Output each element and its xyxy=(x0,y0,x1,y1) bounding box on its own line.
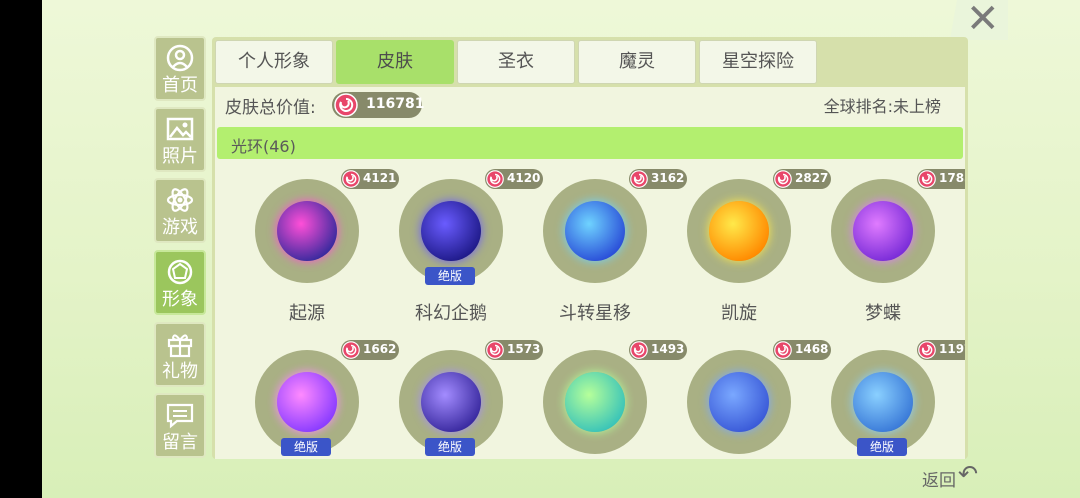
back-button[interactable]: 返回 ↶ xyxy=(918,458,988,494)
message-icon xyxy=(166,403,194,429)
skin-item[interactable]: 1662 绝版 xyxy=(235,340,399,459)
skin-item[interactable]: 1468 xyxy=(667,340,831,459)
halo-orb-image xyxy=(853,201,913,261)
halo-orb-image xyxy=(709,201,769,261)
gem-icon xyxy=(167,259,193,285)
lollipop-coin-icon xyxy=(486,170,504,188)
halo-orb-image xyxy=(421,201,481,261)
halo-orb-image xyxy=(853,372,913,432)
sidebar-item-label: 照片 xyxy=(162,146,198,167)
tab-skins[interactable]: 皮肤 xyxy=(336,40,454,84)
lollipop-coin-icon xyxy=(334,93,358,117)
skin-name: 凯旋 xyxy=(721,303,757,324)
sidebar-item-label: 游戏 xyxy=(162,217,198,238)
halo-orb-image xyxy=(565,201,625,261)
total-value-badge: 116781 xyxy=(332,92,425,118)
lollipop-coin-icon xyxy=(486,341,504,359)
lollipop-coin-icon xyxy=(918,341,936,359)
skin-name: 起源 xyxy=(289,303,325,324)
halo-orb-image xyxy=(421,372,481,432)
sidebar-item-label: 留言 xyxy=(162,432,198,453)
skin-content: 皮肤总价值: 116781 全球排名:未上榜 光环(46) 4121 起源 4120… xyxy=(215,87,965,459)
sidebar-item-label: 礼物 xyxy=(162,361,198,382)
sidebar-item-games[interactable]: 游戏 xyxy=(154,178,206,243)
back-label: 返回 xyxy=(922,471,956,491)
section-header[interactable]: 光环(46) xyxy=(217,127,963,159)
halo-orb-image xyxy=(709,372,769,432)
tab-spirits[interactable]: 魔灵 xyxy=(578,40,696,84)
limited-edition-badge: 绝版 xyxy=(425,438,475,456)
skin-name: 梦蝶 xyxy=(865,303,901,324)
sidebar-item-label: 首页 xyxy=(162,75,198,96)
tab-holy-cloth[interactable]: 圣衣 xyxy=(457,40,575,84)
app-screen: ✕ 首页 照片 游戏 形象 礼物 留言 个人形象 皮肤 圣衣 魔灵 星空探险 皮… xyxy=(42,0,1080,498)
skin-item[interactable]: 1197 绝版 xyxy=(811,340,965,459)
lollipop-coin-icon xyxy=(630,170,648,188)
skin-item[interactable]: 2827 凯旋 xyxy=(667,169,831,340)
atom-icon xyxy=(166,188,194,212)
halo-orb-image xyxy=(565,372,625,432)
gift-icon xyxy=(167,334,193,358)
skin-name: 斗转星移 xyxy=(559,303,631,324)
sidebar-item-photos[interactable]: 照片 xyxy=(154,107,206,172)
lollipop-coin-icon xyxy=(630,341,648,359)
lollipop-coin-icon xyxy=(342,170,360,188)
back-arrow-icon: ↶ xyxy=(958,460,979,488)
halo-orb-image xyxy=(277,201,337,261)
skin-item[interactable]: 4121 起源 xyxy=(235,169,399,340)
skin-item[interactable]: 1493 xyxy=(523,340,687,459)
skin-item[interactable]: 1573 绝版 xyxy=(379,340,543,459)
tab-star-exploration[interactable]: 星空探险 xyxy=(699,40,817,84)
skin-item[interactable]: 4120 绝版 科幻企鹅 xyxy=(379,169,543,340)
total-value-label: 皮肤总价值: xyxy=(225,98,316,118)
user-circle-icon xyxy=(166,44,194,72)
photo-icon xyxy=(166,117,194,141)
price-badge: 1785 xyxy=(917,169,965,189)
total-value: 116781 xyxy=(366,96,425,112)
limited-edition-badge: 绝版 xyxy=(857,438,907,456)
skin-name: 科幻企鹅 xyxy=(415,303,487,324)
price-value: 1785 xyxy=(939,171,965,185)
skin-item[interactable]: 3162 斗转星移 xyxy=(523,169,687,340)
close-button[interactable]: ✕ xyxy=(950,0,1008,40)
lollipop-coin-icon xyxy=(918,170,936,188)
price-badge: 1197 xyxy=(917,340,965,360)
sidebar-item-gifts[interactable]: 礼物 xyxy=(154,322,206,387)
sidebar-item-home[interactable]: 首页 xyxy=(154,36,206,101)
lollipop-coin-icon xyxy=(774,341,792,359)
sidebar-item-avatar[interactable]: 形象 xyxy=(154,250,206,315)
section-title: 光环(46) xyxy=(231,137,296,156)
limited-edition-badge: 绝版 xyxy=(281,438,331,456)
stats-row: 皮肤总价值: 116781 全球排名:未上榜 xyxy=(215,87,965,125)
close-icon: ✕ xyxy=(966,0,1000,42)
tab-profile[interactable]: 个人形象 xyxy=(215,40,333,84)
lollipop-coin-icon xyxy=(774,170,792,188)
halo-orb-image xyxy=(277,372,337,432)
main-panel: 个人形象 皮肤 圣衣 魔灵 星空探险 皮肤总价值: 116781 全球排名:未上… xyxy=(212,37,968,459)
skin-item[interactable]: 1785 梦蝶 xyxy=(811,169,965,340)
lollipop-coin-icon xyxy=(342,341,360,359)
limited-edition-badge: 绝版 xyxy=(425,267,475,285)
sidebar-item-messages[interactable]: 留言 xyxy=(154,393,206,458)
price-value: 1197 xyxy=(939,342,965,356)
sidebar-item-label: 形象 xyxy=(162,289,198,310)
global-rank: 全球排名:未上榜 xyxy=(823,97,941,116)
